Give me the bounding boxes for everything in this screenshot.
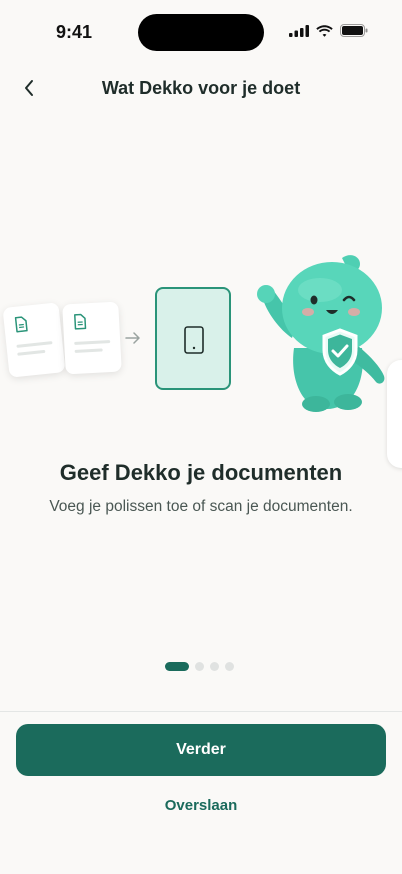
dekko-mascot xyxy=(257,255,385,412)
arrow-right-icon xyxy=(125,332,140,344)
page-dot[interactable] xyxy=(195,662,204,671)
page-title: Wat Dekko voor je doet xyxy=(101,78,301,98)
next-slide-peek xyxy=(387,360,402,468)
status-icons xyxy=(289,24,368,37)
signal-icon xyxy=(289,24,309,37)
onboarding-screen: 9:41 Wat Dekko voor je doet Geef Dekko j… xyxy=(0,0,402,874)
document-icon xyxy=(14,316,28,333)
document-card xyxy=(62,301,122,375)
page-dot[interactable] xyxy=(210,662,219,671)
wifi-icon xyxy=(316,24,333,37)
dynamic-island xyxy=(138,14,264,51)
phone-icon xyxy=(184,326,204,354)
phone-frame xyxy=(155,287,231,390)
slide-title: Geef Dekko je documenten xyxy=(59,460,343,485)
page-indicator xyxy=(165,662,234,671)
page-dot[interactable] xyxy=(165,662,189,671)
document-card xyxy=(2,302,66,378)
document-icon xyxy=(74,313,87,330)
continue-button[interactable]: Verder xyxy=(16,724,386,776)
status-time: 9:41 xyxy=(56,22,93,42)
skip-button[interactable]: Overslaan xyxy=(0,797,402,814)
battery-icon xyxy=(340,24,368,37)
page-dot[interactable] xyxy=(225,662,234,671)
footer-divider xyxy=(0,711,402,712)
slide-subtitle: Voeg je polissen toe of scan je document… xyxy=(49,498,353,515)
